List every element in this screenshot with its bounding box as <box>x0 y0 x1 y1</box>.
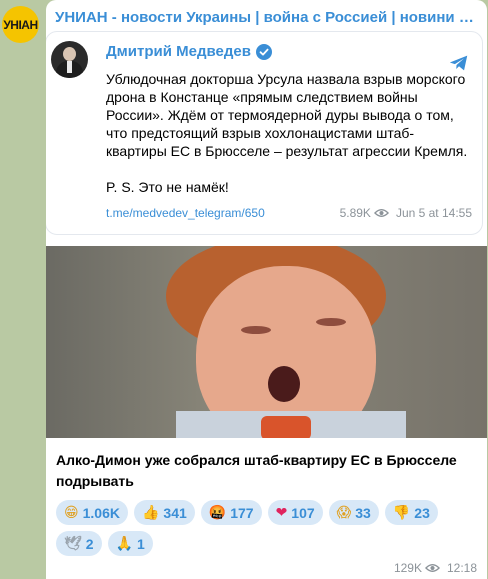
reaction-count: 177 <box>230 504 254 521</box>
reaction-heart[interactable]: ❤ 107 <box>267 500 323 525</box>
reaction-pray[interactable]: 🙏 1 <box>107 531 153 556</box>
message-time: 12:18 <box>446 561 477 575</box>
reaction-thumbs-up[interactable]: 👍 341 <box>133 500 195 525</box>
forward-author-avatar[interactable] <box>51 41 88 78</box>
reaction-dove[interactable]: 🕊 2 <box>56 531 102 556</box>
reaction-count: 341 <box>163 504 187 521</box>
reaction-count: 23 <box>414 504 430 521</box>
reactions-bar: 😁 1.06K 👍 341 🤬 177 ❤ 107 😱 33 👎 23 🕊 2 <box>56 500 481 556</box>
forward-ps-text: P. S. Это не намёк! <box>106 179 229 195</box>
eye-icon <box>424 564 440 572</box>
attached-photo[interactable] <box>46 246 487 438</box>
thumbs-down-emoji-icon: 👎 <box>392 504 411 521</box>
channel-title[interactable]: УНИАН - новости Украины | война с Россие… <box>55 9 480 26</box>
reaction-grin[interactable]: 😁 1.06K <box>56 500 128 525</box>
forward-main-text: Ублюдочная докторша Урсула назвала взрыв… <box>106 71 468 159</box>
angry-face-emoji-icon: 🤬 <box>208 504 227 521</box>
message-views: 129K <box>393 561 422 575</box>
reaction-count: 1 <box>137 535 145 552</box>
reaction-scream[interactable]: 😱 33 <box>328 500 379 525</box>
forward-source-link[interactable]: t.me/medvedev_telegram/650 <box>106 206 265 220</box>
reaction-angry[interactable]: 🤬 177 <box>200 500 262 525</box>
message-meta: 129K 12:18 <box>394 561 477 575</box>
grin-emoji-icon: 😁 <box>64 504 79 521</box>
eye-icon <box>373 209 389 217</box>
message-caption: Алко-Димон уже собрался штаб-квартиру ЕС… <box>56 452 457 489</box>
reaction-count: 33 <box>355 504 371 521</box>
scream-emoji-icon: 😱 <box>336 504 352 521</box>
forwarded-post-card[interactable]: Дмитрий Медведев Ублюдочная докторша Урс… <box>46 31 483 235</box>
message-bubble: УНИАН - новости Украины | война с Россие… <box>46 0 487 579</box>
reaction-thumbs-down[interactable]: 👎 23 <box>384 500 438 525</box>
forward-views: 5.89K <box>339 206 371 220</box>
pray-emoji-icon: 🙏 <box>115 535 134 552</box>
reaction-count: 1.06K <box>82 504 120 521</box>
channel-avatar[interactable]: УНІАН <box>2 6 39 43</box>
forward-date: Jun 5 at 14:55 <box>395 206 472 220</box>
thumbs-up-emoji-icon: 👍 <box>141 504 160 521</box>
forward-author-name[interactable]: Дмитрий Медведев <box>106 43 272 60</box>
reaction-count: 2 <box>85 535 94 552</box>
verified-badge-icon <box>255 43 272 60</box>
dove-emoji-icon: 🕊 <box>64 535 82 552</box>
forward-author-label: Дмитрий Медведев <box>106 43 251 60</box>
forward-meta: 5.89K Jun 5 at 14:55 <box>340 206 472 220</box>
forward-body-text: Ублюдочная докторша Урсула назвала взрыв… <box>106 70 474 196</box>
heart-emoji-icon: ❤ <box>275 504 288 521</box>
reaction-count: 107 <box>291 504 315 521</box>
